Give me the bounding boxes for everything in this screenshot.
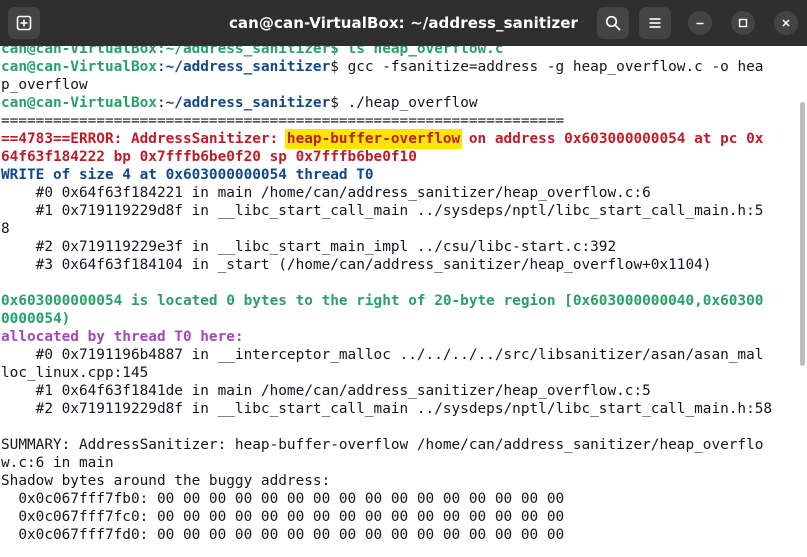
alloc-frame: #0 0x7191196b4887 in __interceptor_mallo…	[1, 347, 764, 363]
alloc-frame: #1 0x64f63f1841de in main /home/can/addr…	[1, 383, 651, 399]
terminal-output[interactable]: can@can-VirtualBox:~/address_sanitizer$ …	[0, 46, 807, 557]
maximize-icon	[738, 18, 748, 28]
shadow-header: Shadow bytes around the buggy address:	[1, 473, 331, 489]
shadow-row: 0x0c067fff7fd0: 00 00 00 00 00 00 00 00 …	[1, 527, 565, 543]
search-button[interactable]	[597, 7, 629, 39]
stack-frame: #0 0x64f63f184221 in main /home/can/addr…	[1, 185, 651, 201]
error-line: ==4783==ERROR: AddressSanitizer: heap-bu…	[1, 129, 764, 149]
close-icon	[782, 19, 790, 27]
minimize-button[interactable]	[688, 11, 712, 35]
shadow-row: 0x0c067fff7fb0: 00 00 00 00 00 00 00 00 …	[1, 491, 565, 507]
alloc-frame-wrap: loc_linux.cpp:145	[1, 365, 149, 381]
alloc-frame: #2 0x719119229d8f in __libc_start_call_m…	[1, 401, 773, 417]
separator-line: ========================================…	[1, 113, 565, 129]
located-line: 0x603000000054 is located 0 bytes to the…	[1, 293, 764, 309]
scrollbar[interactable]	[800, 102, 805, 366]
command-line: can@can-VirtualBox:~/address_sanitizer$ …	[1, 95, 478, 111]
summary-line-wrap: w.c:6 in main	[1, 455, 114, 471]
partial-top-line: can@can-VirtualBox:~/address_sanitizer$ …	[1, 46, 504, 57]
maximize-button[interactable]	[731, 11, 755, 35]
command-line-wrap: p_overflow	[1, 77, 88, 93]
terminal-window: can@can-VirtualBox: ~/address_sanitizer	[0, 0, 807, 557]
minimize-icon	[696, 22, 704, 25]
hamburger-menu-icon	[649, 18, 661, 28]
search-icon	[605, 15, 621, 31]
close-button[interactable]	[774, 11, 798, 35]
error-line-wrap: 64f63f184222 bp 0x7fffb6be0f20 sp 0x7fff…	[1, 149, 417, 165]
summary-line: SUMMARY: AddressSanitizer: heap-buffer-o…	[1, 437, 764, 453]
stack-frame: #1 0x719119229d8f in __libc_start_call_m…	[1, 203, 764, 219]
stack-frame: #3 0x64f63f184104 in _start (/home/can/a…	[1, 257, 712, 273]
shadow-row: 0x0c067fff7fc0: 00 00 00 00 00 00 00 00 …	[1, 509, 565, 525]
allocated-line: allocated by thread T0 here:	[1, 329, 244, 345]
title-bar: can@can-VirtualBox: ~/address_sanitizer	[0, 0, 807, 46]
window-title: can@can-VirtualBox: ~/address_sanitizer	[228, 14, 579, 32]
located-line-wrap: 0000054)	[1, 311, 71, 327]
command-line: can@can-VirtualBox:~/address_sanitizer$ …	[1, 59, 764, 75]
error-type-highlight: heap-buffer-overflow	[284, 129, 463, 149]
menu-button[interactable]	[639, 7, 671, 39]
write-line: WRITE of size 4 at 0x603000000054 thread…	[1, 167, 374, 183]
stack-frame-wrap: 8	[1, 221, 10, 237]
stack-frame: #2 0x719119229e3f in __libc_start_main_i…	[1, 239, 617, 255]
